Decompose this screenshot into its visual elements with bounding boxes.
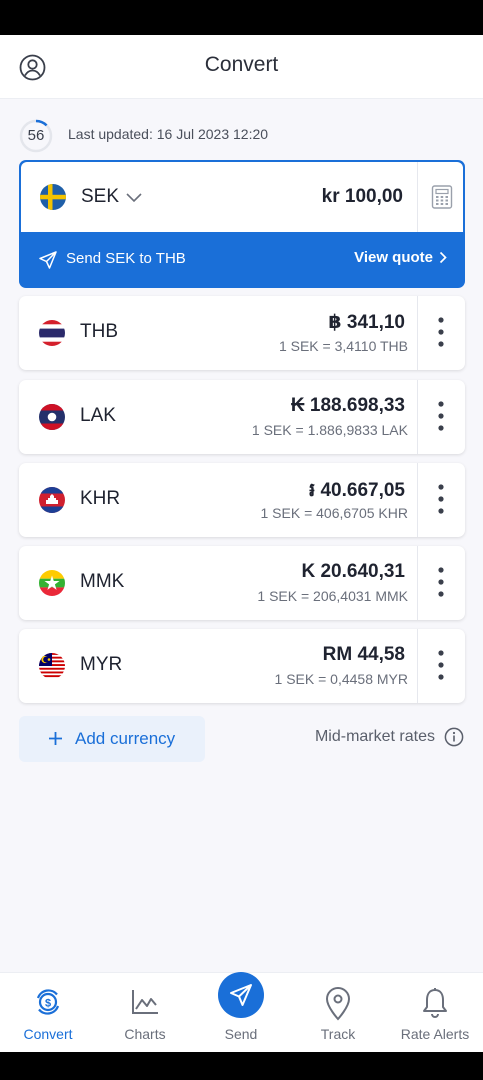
currency-amount[interactable]: ៛ 40.667,05: [309, 478, 405, 506]
last-updated-text: Last updated: 16 Jul 2023 12:20: [68, 126, 269, 142]
app-header: Convert: [0, 35, 483, 99]
svg-text:$: $: [45, 998, 51, 1010]
tab-label: Rate Alerts: [400, 1026, 470, 1042]
exchange-rate: 1 SEK = 206,4031 MMK: [257, 588, 408, 604]
exchange-rate: 1 SEK = 3,4110 THB: [278, 338, 408, 354]
status-bar: [0, 0, 483, 35]
currency-code: THB: [80, 321, 118, 342]
currency-code: KHR: [80, 488, 121, 509]
thailand-flag: [39, 320, 65, 346]
currency-code: MYR: [80, 654, 123, 675]
tab-charts[interactable]: Charts: [97, 973, 193, 1052]
tab-label: Charts: [124, 1026, 166, 1042]
malaysia-flag: [39, 653, 65, 679]
chevron-down-icon[interactable]: [125, 190, 143, 204]
currency-code: MMK: [80, 571, 125, 592]
base-currency-card: SEK kr 100,00 Send SEK to THB View quote: [19, 160, 465, 288]
chart-icon: [130, 987, 160, 1017]
tab-track[interactable]: Track: [290, 973, 386, 1052]
page-title: Convert: [204, 53, 279, 76]
more-options-icon[interactable]: [418, 380, 465, 454]
currency-row-myr[interactable]: MYR RM 44,58 1 SEK = 0,4458 MYR: [19, 629, 465, 703]
currency-amount[interactable]: RM 44,58: [323, 644, 405, 666]
currency-row-mmk[interactable]: MMK K 20.640,31 1 SEK = 206,4031 MMK: [19, 546, 465, 620]
tab-label: Track: [320, 1026, 356, 1042]
cambodia-flag: [39, 487, 65, 513]
send-icon: [39, 251, 57, 269]
add-currency-button[interactable]: Add currency: [19, 716, 205, 762]
bell-icon: [420, 987, 450, 1018]
divider: [417, 162, 418, 232]
tab-label: Convert: [23, 1026, 73, 1042]
base-currency-code[interactable]: SEK: [81, 186, 119, 208]
more-options-icon[interactable]: [418, 546, 465, 620]
base-amount[interactable]: kr 100,00: [322, 186, 403, 208]
countdown-value: 56: [27, 127, 45, 144]
add-currency-label: Add currency: [75, 729, 176, 748]
laos-flag: [39, 404, 65, 430]
exchange-rate: 1 SEK = 1.886,9833 LAK: [251, 422, 408, 438]
info-icon[interactable]: [444, 727, 464, 747]
calculator-icon[interactable]: [431, 185, 453, 209]
location-pin-icon: [323, 987, 353, 1021]
base-currency-input[interactable]: SEK kr 100,00: [21, 162, 463, 232]
more-options-icon[interactable]: [418, 463, 465, 537]
more-options-icon[interactable]: [418, 296, 465, 370]
currency-amount[interactable]: ฿ 341,10: [328, 311, 405, 334]
refresh-countdown[interactable]: 56: [19, 119, 53, 153]
exchange-rate: 1 SEK = 0,4458 MYR: [274, 671, 408, 687]
currency-amount[interactable]: K 20.640,31: [301, 561, 405, 583]
currency-row-khr[interactable]: KHR ៛ 40.667,05 1 SEK = 406,6705 KHR: [19, 463, 465, 537]
convert-icon: $: [33, 987, 63, 1017]
send-label[interactable]: Send SEK to THB: [66, 250, 186, 267]
myanmar-flag: [39, 570, 65, 596]
bottom-tab-bar: $ Convert Charts Send Track Rate Alerts: [0, 972, 483, 1052]
sweden-flag: [40, 184, 66, 210]
send-icon: [218, 972, 264, 1018]
mid-market-rates-link[interactable]: Mid-market rates: [315, 728, 435, 746]
tab-rate-alerts[interactable]: Rate Alerts: [387, 973, 483, 1052]
currency-row-lak[interactable]: LAK ₭ 188.698,33 1 SEK = 1.886,9833 LAK: [19, 380, 465, 454]
tab-label: Send: [224, 1026, 258, 1042]
view-quote-button[interactable]: View quote: [354, 249, 447, 266]
tab-send[interactable]: Send: [193, 972, 289, 1052]
tab-convert[interactable]: $ Convert: [0, 973, 96, 1052]
exchange-rate: 1 SEK = 406,6705 KHR: [260, 505, 409, 521]
plus-icon: [48, 731, 63, 746]
more-options-icon[interactable]: [418, 629, 465, 703]
currency-row-thb[interactable]: THB ฿ 341,10 1 SEK = 3,4110 THB: [19, 296, 465, 370]
system-navigation-bar: [0, 1052, 483, 1080]
currency-code: LAK: [80, 405, 116, 426]
currency-amount[interactable]: ₭ 188.698,33: [291, 395, 405, 417]
send-quote-bar[interactable]: Send SEK to THB View quote: [19, 232, 465, 288]
app-screen: Convert 56 Last updated: 16 Jul 2023 12:…: [0, 35, 483, 1052]
view-quote-label: View quote: [354, 249, 433, 266]
chevron-right-icon: [439, 251, 447, 264]
